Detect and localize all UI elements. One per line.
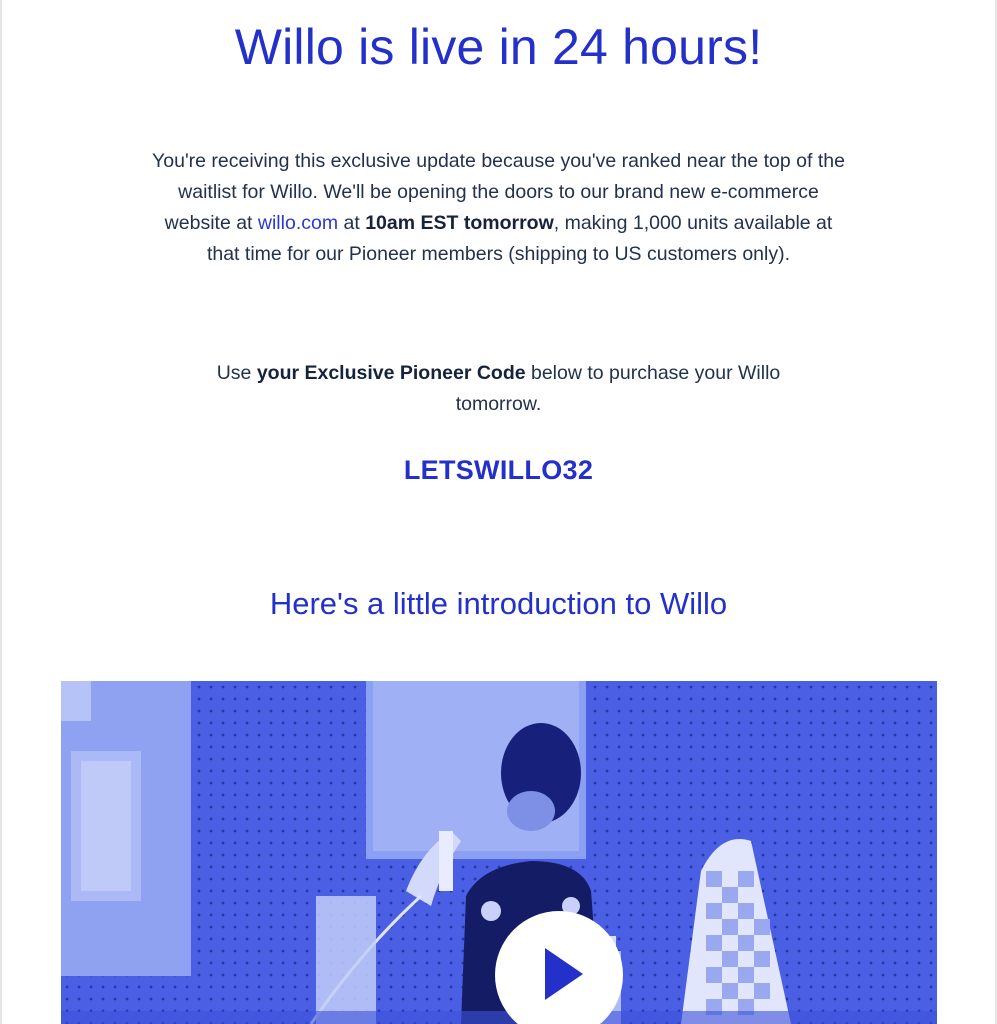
intro-paragraph: You're receiving this exclusive update b… — [150, 146, 847, 270]
left-border — [0, 0, 2, 1024]
headline: Willo is live in 24 hours! — [234, 19, 763, 75]
video-heading: Here's a little introduction to Willo — [269, 586, 728, 621]
code-prompt-bold: your Exclusive Pioneer Code — [256, 362, 526, 384]
video-thumbnail[interactable] — [61, 681, 937, 1024]
intro-text-2: at — [338, 212, 366, 234]
launch-time: 10am EST tomorrow — [365, 212, 554, 234]
willo-link[interactable]: willo.com — [258, 212, 338, 234]
code-prompt-paragraph: Use your Exclusive Pioneer Code below to… — [190, 358, 807, 420]
promo-code[interactable]: LETSWILLO32 — [0, 455, 997, 486]
code-prompt-text-1: Use — [216, 362, 257, 384]
play-icon — [545, 948, 583, 1000]
